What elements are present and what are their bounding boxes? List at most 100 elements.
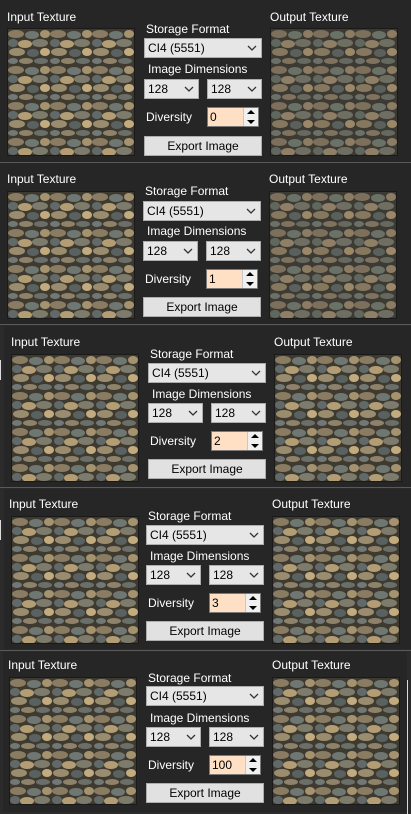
storage-format-value: CI4 (5551) <box>147 204 204 218</box>
image-dimensions-label: Image Dimensions <box>152 387 252 401</box>
diversity-value[interactable]: 100 <box>210 756 246 774</box>
width-select[interactable]: 128 <box>148 403 203 423</box>
width-select[interactable]: 128 <box>146 565 201 585</box>
height-value: 128 <box>215 406 236 420</box>
chevron-down-icon <box>251 410 261 416</box>
chevron-down-icon <box>188 410 198 416</box>
input-texture-label: Input Texture <box>11 335 81 349</box>
texture-panel-1: Input Texture Storage Format CI4 (5551) … <box>0 0 411 162</box>
diversity-value[interactable]: 1 <box>207 270 243 288</box>
image-dimensions-label: Image Dimensions <box>150 549 250 563</box>
width-value: 128 <box>148 82 169 96</box>
spin-down-icon[interactable] <box>249 606 257 610</box>
divider <box>0 324 411 325</box>
height-select[interactable]: 128 <box>211 403 266 423</box>
image-dimensions-label: Image Dimensions <box>147 224 247 238</box>
export-image-button[interactable]: Export Image <box>146 783 264 803</box>
diversity-label: Diversity <box>145 272 192 286</box>
chevron-down-icon <box>249 734 259 740</box>
output-texture-image <box>272 677 400 805</box>
width-value: 128 <box>150 730 171 744</box>
diversity-value[interactable]: 0 <box>208 108 244 126</box>
chevron-down-icon <box>184 86 194 92</box>
export-image-button[interactable]: Export Image <box>144 136 262 156</box>
spin-down-icon[interactable] <box>247 120 255 124</box>
width-value: 128 <box>152 406 173 420</box>
height-select[interactable]: 128 <box>209 565 264 585</box>
height-select[interactable]: 128 <box>207 79 262 99</box>
output-texture-image <box>274 354 402 482</box>
input-texture-label: Input Texture <box>9 497 79 511</box>
storage-format-select[interactable]: CI4 (5551) <box>146 686 264 706</box>
width-select[interactable]: 128 <box>146 727 201 747</box>
diversity-stepper[interactable]: 0 <box>207 107 259 127</box>
width-select[interactable]: 128 <box>144 79 199 99</box>
chevron-down-icon <box>247 45 257 51</box>
height-value: 128 <box>210 244 231 258</box>
diversity-stepper[interactable]: 100 <box>209 755 261 775</box>
spin-down-icon[interactable] <box>251 444 259 448</box>
chevron-down-icon <box>186 572 196 578</box>
output-texture-label: Output Texture <box>274 335 353 349</box>
spin-down-icon[interactable] <box>246 282 254 286</box>
chevron-down-icon <box>246 208 256 214</box>
storage-format-label: Storage Format <box>145 184 229 198</box>
storage-format-label: Storage Format <box>148 509 232 523</box>
divider <box>0 360 1 380</box>
texture-panel-3: Input Texture Storage Format CI4 (5551) … <box>4 326 411 487</box>
chevron-down-icon <box>249 572 259 578</box>
chevron-down-icon <box>249 532 259 538</box>
height-value: 128 <box>211 82 232 96</box>
divider <box>0 520 1 540</box>
storage-format-select[interactable]: CI4 (5551) <box>144 38 262 58</box>
spin-up-icon[interactable] <box>249 596 257 600</box>
input-texture-image <box>11 354 139 482</box>
output-texture-image <box>272 516 400 644</box>
storage-format-select[interactable]: CI4 (5551) <box>143 201 261 221</box>
export-image-button[interactable]: Export Image <box>146 621 264 641</box>
height-select[interactable]: 128 <box>209 727 264 747</box>
input-texture-label: Input Texture <box>7 172 77 186</box>
diversity-stepper[interactable]: 1 <box>206 269 258 289</box>
diversity-label: Diversity <box>148 758 195 772</box>
width-select[interactable]: 128 <box>143 241 198 261</box>
chevron-down-icon <box>183 248 193 254</box>
spin-up-icon[interactable] <box>251 434 259 438</box>
storage-format-select[interactable]: CI4 (5551) <box>146 525 264 545</box>
input-texture-image <box>7 28 135 156</box>
storage-format-label: Storage Format <box>148 671 232 685</box>
diversity-value[interactable]: 3 <box>210 594 246 612</box>
spin-down-icon[interactable] <box>249 768 257 772</box>
input-texture-image <box>9 677 137 805</box>
height-select[interactable]: 128 <box>206 241 261 261</box>
output-texture-label: Output Texture <box>272 658 351 672</box>
texture-panel-2: Input Texture Storage Format CI4 (5551) … <box>0 163 411 324</box>
diversity-stepper[interactable]: 2 <box>211 431 263 451</box>
export-image-button[interactable]: Export Image <box>143 297 261 317</box>
spin-up-icon[interactable] <box>247 110 255 114</box>
output-texture-label: Output Texture <box>269 172 348 186</box>
spin-up-icon[interactable] <box>249 758 257 762</box>
input-texture-image <box>11 516 139 644</box>
width-value: 128 <box>147 244 168 258</box>
output-texture-image <box>270 28 398 156</box>
diversity-stepper[interactable]: 3 <box>209 593 261 613</box>
chevron-down-icon <box>251 370 261 376</box>
diversity-value[interactable]: 2 <box>212 432 248 450</box>
height-value: 128 <box>213 568 234 582</box>
storage-format-label: Storage Format <box>150 347 234 361</box>
export-image-button[interactable]: Export Image <box>148 459 266 479</box>
image-dimensions-label: Image Dimensions <box>150 711 250 725</box>
divider <box>407 680 408 814</box>
storage-format-value: CI4 (5551) <box>150 528 207 542</box>
spin-up-icon[interactable] <box>246 272 254 276</box>
storage-format-value: CI4 (5551) <box>152 366 209 380</box>
input-texture-label: Input Texture <box>7 10 77 24</box>
chevron-down-icon <box>186 734 196 740</box>
texture-panel-5: Input Texture Storage Format CI4 (5551) … <box>3 652 407 812</box>
storage-format-value: CI4 (5551) <box>148 41 205 55</box>
storage-format-value: CI4 (5551) <box>150 689 207 703</box>
storage-format-select[interactable]: CI4 (5551) <box>148 363 266 383</box>
output-texture-label: Output Texture <box>270 10 349 24</box>
diversity-label: Diversity <box>150 434 197 448</box>
